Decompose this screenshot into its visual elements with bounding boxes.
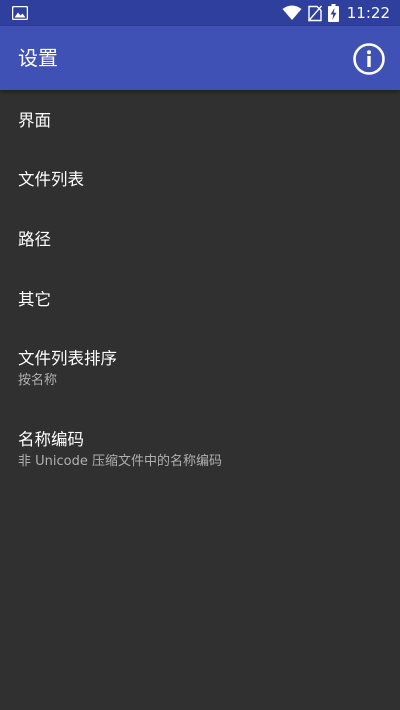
item-summary: 按名称: [18, 373, 58, 388]
item-title: 其它: [18, 290, 51, 309]
item-title: 路径: [18, 230, 51, 249]
status-icons: 11:22: [282, 0, 390, 26]
wifi-icon: [282, 5, 302, 20]
status-time: 11:22: [346, 4, 390, 22]
app-bar: 设置: [0, 26, 400, 90]
info-icon[interactable]: [352, 42, 386, 76]
settings-item-other[interactable]: 其它: [0, 290, 400, 310]
settings-item-interface[interactable]: 界面: [0, 111, 400, 131]
item-title: 名称编码: [18, 430, 84, 449]
no-sim-icon: [307, 5, 322, 21]
item-summary: 非 Unicode 压缩文件中的名称编码: [18, 454, 222, 469]
settings-item-file-list-sort[interactable]: 文件列表排序 按名称: [0, 349, 400, 390]
item-title: 文件列表: [18, 170, 84, 189]
item-title: 文件列表排序: [18, 349, 117, 368]
status-bar: 11:22: [0, 0, 400, 26]
settings-item-name-encoding[interactable]: 名称编码 非 Unicode 压缩文件中的名称编码: [0, 430, 400, 471]
page-title: 设置: [18, 46, 58, 70]
image-notification-icon: [12, 6, 28, 20]
battery-charging-icon: [327, 4, 339, 22]
item-title: 界面: [18, 111, 51, 130]
settings-item-path[interactable]: 路径: [0, 230, 400, 250]
settings-item-file-list[interactable]: 文件列表: [0, 170, 400, 190]
